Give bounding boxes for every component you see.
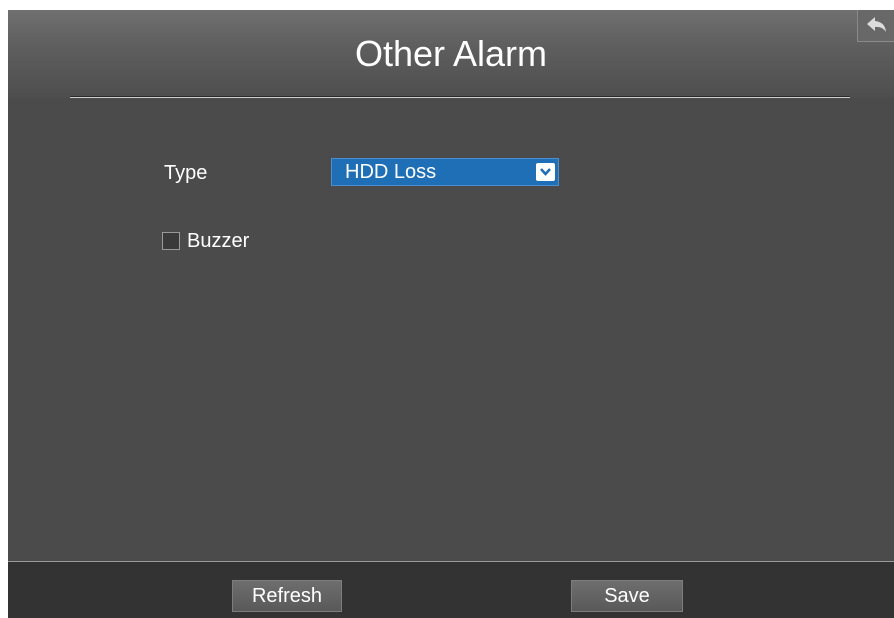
refresh-button[interactable]: Refresh (232, 580, 342, 612)
chevron-down-icon (536, 163, 555, 181)
page-title: Other Alarm (354, 33, 548, 74)
save-button[interactable]: Save (571, 580, 683, 612)
back-button[interactable] (857, 10, 894, 42)
buzzer-checkbox[interactable] (162, 232, 180, 250)
other-alarm-window: Other Alarm Type HDD Loss Buzzer Refresh… (8, 10, 894, 618)
type-select-value: HDD Loss (345, 161, 437, 183)
footer-bar (8, 562, 894, 618)
header-divider (70, 96, 850, 98)
header-bar: Other Alarm (8, 10, 894, 98)
type-select[interactable]: HDD Loss (331, 158, 559, 186)
buzzer-label: Buzzer (187, 230, 250, 252)
type-label: Type (164, 162, 208, 184)
